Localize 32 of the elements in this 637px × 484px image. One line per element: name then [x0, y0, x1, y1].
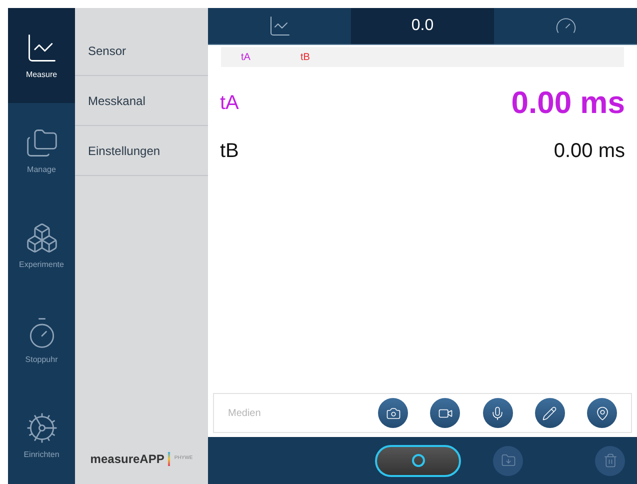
line-chart-icon — [268, 14, 292, 38]
nav-item[interactable]: Stoppuhr — [8, 294, 75, 389]
folder-download-icon — [500, 453, 516, 468]
nav-item[interactable]: Experimente — [8, 198, 75, 294]
location-icon — [594, 406, 610, 420]
app-logo: measureAPP — [90, 451, 164, 468]
record-button[interactable] — [375, 444, 461, 476]
legend-label: tB — [300, 50, 310, 64]
nav-item[interactable]: Measure — [8, 8, 75, 104]
pencil-button[interactable] — [534, 398, 565, 428]
channel-value: 0.00 ms — [554, 139, 625, 164]
microphone-button[interactable] — [482, 398, 512, 428]
nav-item[interactable]: Manage — [8, 103, 75, 198]
microphone-icon — [490, 406, 505, 420]
submenu-item[interactable]: Messkanal — [75, 76, 208, 126]
video-button[interactable] — [430, 398, 460, 428]
view-tab[interactable]: 0.0 — [351, 8, 494, 44]
record-ring-icon — [412, 454, 424, 467]
cubes-icon — [24, 221, 58, 255]
location-button[interactable] — [587, 398, 617, 428]
submenu-item[interactable]: Einstellungen — [75, 126, 208, 176]
pencil-icon — [542, 406, 558, 420]
camera-button[interactable] — [378, 398, 408, 428]
trash-icon — [602, 453, 618, 468]
nav-item[interactable]: Einrichten — [8, 388, 75, 484]
camera-icon — [386, 406, 400, 420]
channel-value: 0.00 ms — [511, 84, 625, 122]
settings-icon — [24, 411, 58, 446]
channel-name: tA — [220, 91, 239, 116]
media-field[interactable]: Medien — [228, 406, 378, 420]
channel-name: tB — [220, 139, 239, 164]
legend-label: tA — [241, 50, 250, 64]
